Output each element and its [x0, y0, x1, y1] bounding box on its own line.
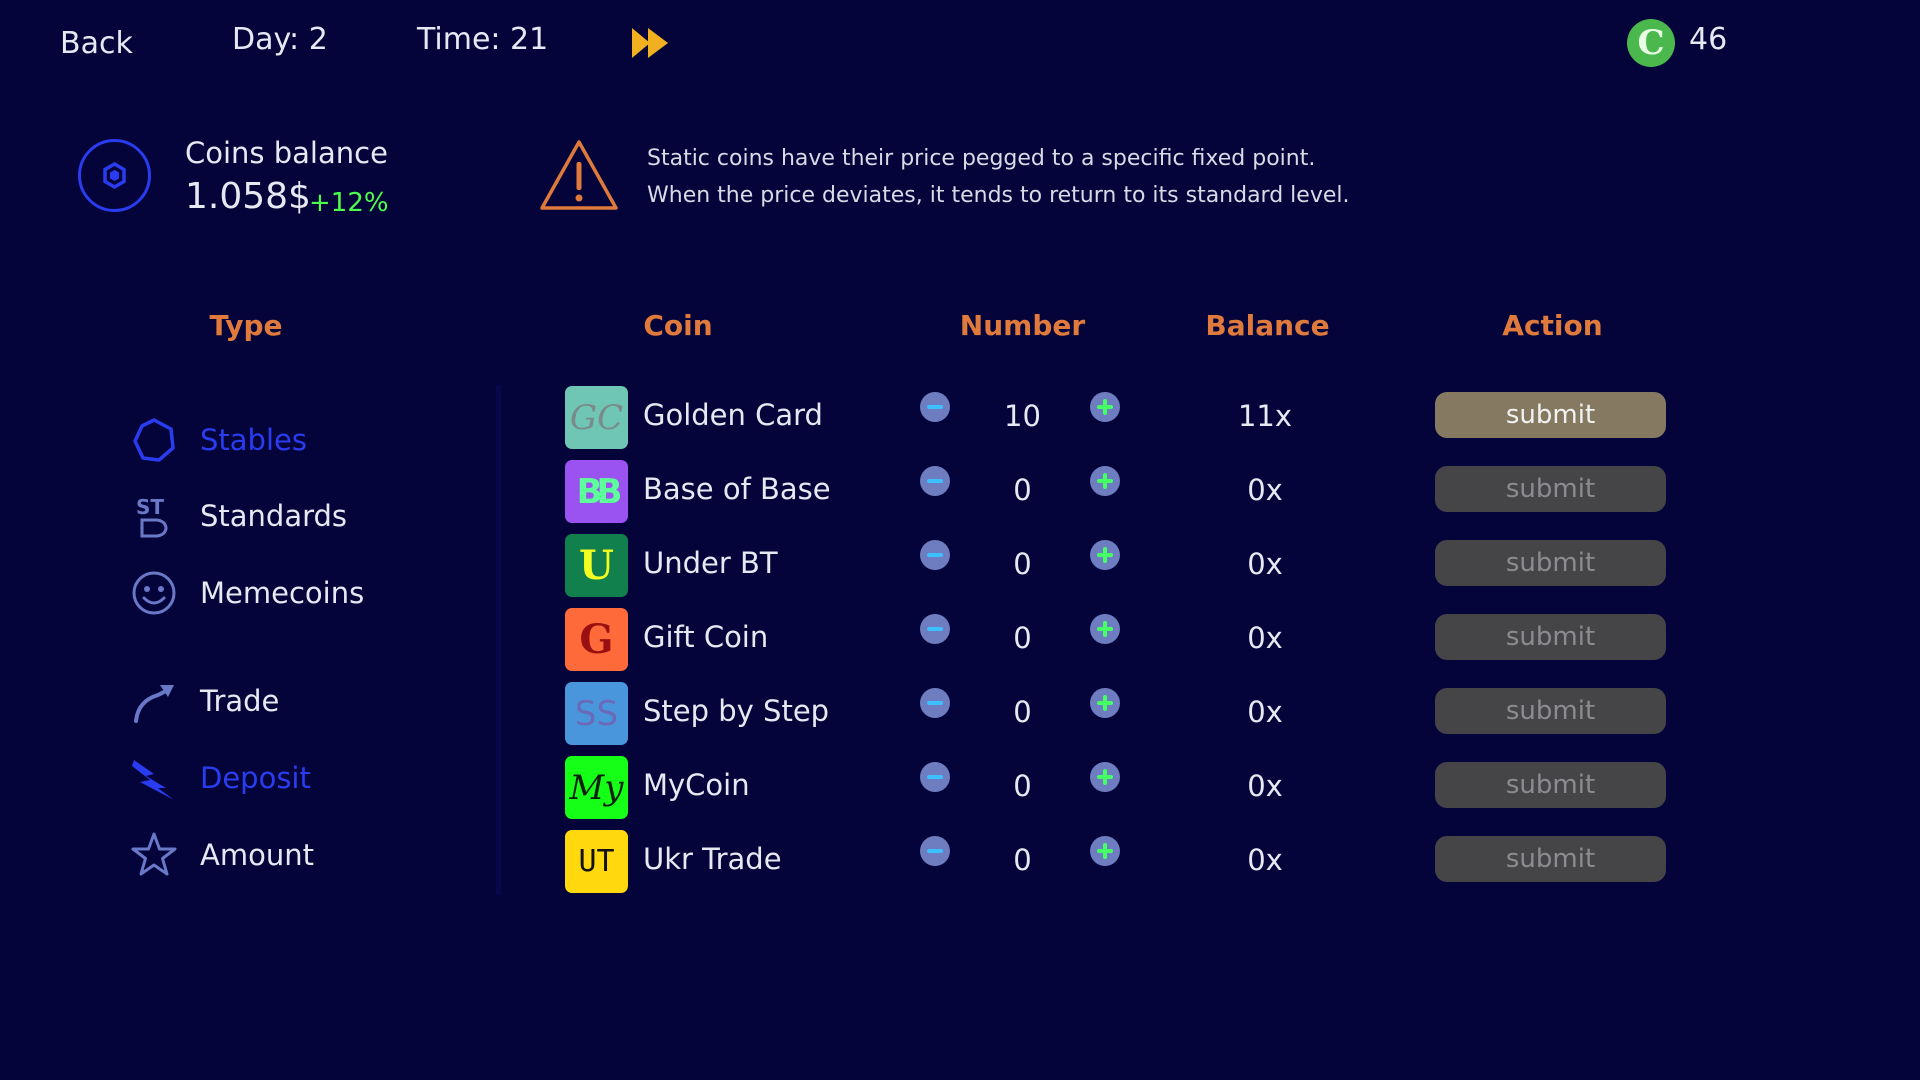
table-row: UT Ukr Trade 0 0x submit: [0, 828, 1920, 894]
table-row: BB Base of Base 0 0x submit: [0, 458, 1920, 524]
header-coin: Coin: [643, 309, 713, 342]
coin-logo-icon: G: [565, 608, 628, 671]
day-counter: Day: 2: [232, 22, 328, 57]
back-button[interactable]: Back: [60, 26, 133, 61]
coin-number: 0: [1013, 843, 1032, 877]
coins-count: 46: [1689, 22, 1728, 57]
decrease-button[interactable]: [920, 762, 950, 792]
balance-hexagon-icon: [78, 139, 151, 212]
decrease-button[interactable]: [920, 614, 950, 644]
time-counter: Time: 21: [417, 22, 549, 57]
submit-button[interactable]: submit: [1435, 392, 1666, 438]
warning-icon: [540, 140, 618, 210]
increase-button[interactable]: [1090, 836, 1120, 866]
coin-balance: 0x: [1247, 695, 1283, 729]
increase-button[interactable]: [1090, 540, 1120, 570]
submit-button[interactable]: submit: [1435, 540, 1666, 586]
coin-logo-icon: BB: [565, 460, 628, 523]
coin-name: MyCoin: [643, 768, 750, 802]
header-balance: Balance: [1205, 309, 1330, 342]
table-row: G Gift Coin 0 0x submit: [0, 606, 1920, 672]
header-action: Action: [1502, 309, 1603, 342]
coin-logo-icon: U: [565, 534, 628, 597]
table-row: SS Step by Step 0 0x submit: [0, 680, 1920, 746]
increase-button[interactable]: [1090, 688, 1120, 718]
coin-number: 10: [1004, 399, 1041, 433]
decrease-button[interactable]: [920, 688, 950, 718]
increase-button[interactable]: [1090, 614, 1120, 644]
notice-line-1: Static coins have their price pegged to …: [647, 146, 1316, 171]
coin-logo-icon: My: [565, 756, 628, 819]
coin-name: Base of Base: [643, 472, 831, 506]
submit-button[interactable]: submit: [1435, 466, 1666, 512]
coin-number: 0: [1013, 547, 1032, 581]
coin-balance: 0x: [1247, 621, 1283, 655]
table-row: GC Golden Card 10 11x submit: [0, 384, 1920, 450]
coin-balance: 0x: [1247, 473, 1283, 507]
increase-button[interactable]: [1090, 762, 1120, 792]
decrease-button[interactable]: [920, 836, 950, 866]
coin-balance: 0x: [1247, 843, 1283, 877]
coin-logo-icon: GC: [565, 386, 628, 449]
coin-name: Under BT: [643, 546, 778, 580]
table-row: U Under BT 0 0x submit: [0, 532, 1920, 598]
coin-name: Gift Coin: [643, 620, 769, 654]
coin-logo-icon: SS: [565, 682, 628, 745]
increase-button[interactable]: [1090, 392, 1120, 422]
currency-icon: C: [1627, 19, 1675, 67]
coin-balance: 11x: [1237, 399, 1293, 433]
notice-line-2: When the price deviates, it tends to ret…: [647, 183, 1350, 208]
decrease-button[interactable]: [920, 466, 950, 496]
submit-button[interactable]: submit: [1435, 688, 1666, 734]
stable-coin-notice: Static coins have their price pegged to …: [647, 140, 1350, 214]
coin-name: Step by Step: [643, 694, 830, 728]
submit-button[interactable]: submit: [1435, 836, 1666, 882]
coin-balance: 0x: [1247, 769, 1283, 803]
submit-button[interactable]: submit: [1435, 762, 1666, 808]
balance-label: Coins balance: [185, 136, 388, 170]
coin-number: 0: [1013, 769, 1032, 803]
coin-number: 0: [1013, 473, 1032, 507]
balance-change: +12%: [309, 188, 389, 218]
decrease-button[interactable]: [920, 540, 950, 570]
fast-forward-icon[interactable]: [630, 24, 672, 62]
coin-name: Golden Card: [643, 398, 823, 432]
increase-button[interactable]: [1090, 466, 1120, 496]
coin-logo-icon: UT: [565, 830, 628, 893]
balance-value: 1.058$: [185, 176, 311, 217]
decrease-button[interactable]: [920, 392, 950, 422]
header-number: Number: [959, 309, 1086, 342]
coin-number: 0: [1013, 695, 1032, 729]
coin-name: Ukr Trade: [643, 842, 782, 876]
header-type: Type: [209, 309, 283, 342]
coin-balance: 0x: [1247, 547, 1283, 581]
table-row: My MyCoin 0 0x submit: [0, 754, 1920, 820]
coin-number: 0: [1013, 621, 1032, 655]
submit-button[interactable]: submit: [1435, 614, 1666, 660]
